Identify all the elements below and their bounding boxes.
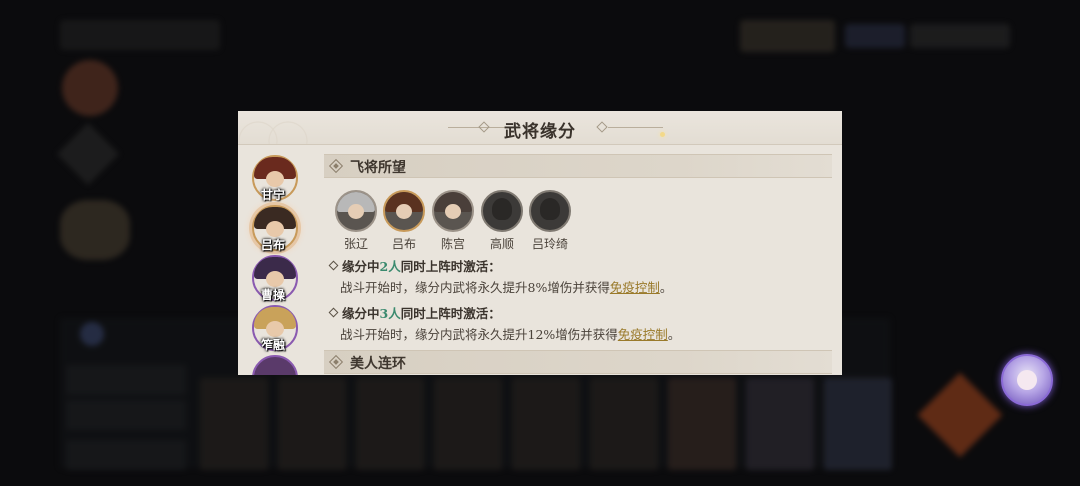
sparkle-icon: [660, 132, 665, 137]
hero-name: 曹操: [260, 288, 285, 302]
bond-description: 战斗开始时，缘分内武将永久提升8%增伤并获得免疫控制。: [340, 277, 672, 296]
bond-desc-text: 战斗开始时，缘分内武将永久提升8%增伤并获得: [340, 280, 610, 295]
bond-desc-end: 。: [659, 280, 673, 295]
bg-card: [590, 378, 658, 470]
silhouette-icon: [492, 198, 512, 220]
member-name: 张辽: [343, 237, 368, 251]
bond-count: 3人: [379, 306, 401, 321]
bond-member[interactable]: 张辽: [334, 190, 378, 252]
title-deco-line: [608, 127, 663, 128]
silhouette-icon: [540, 198, 560, 220]
bond-suffix: 同时上阵时激活：: [400, 259, 501, 274]
bg-card: [746, 378, 814, 470]
bond-section-header[interactable]: 美人连环: [324, 350, 832, 374]
bg-orange-diamond: [917, 372, 1003, 458]
section-title: 飞将所望: [350, 160, 406, 176]
bg-row: [66, 400, 186, 430]
member-avatar: [432, 190, 474, 232]
keyword-link[interactable]: 免疫控制: [618, 327, 668, 342]
bg-tag: [845, 24, 905, 48]
bond-member[interactable]: 陈宫: [431, 190, 475, 252]
member-name: 吕玲绮: [531, 237, 568, 251]
assistant-face-icon: [1017, 370, 1037, 390]
section-title: 美人连环: [350, 356, 406, 372]
bg-card: [668, 378, 736, 470]
member-avatar-locked: [529, 190, 571, 232]
bond-dialog: 武将缘分 甘宁 吕布 曹操 笮融 飞将所望 张辽 吕布 陈宫 高顺 吕玲绮 缘分…: [238, 111, 842, 375]
member-face: [396, 204, 412, 219]
bg-circle: [80, 322, 104, 346]
bg-card: [200, 378, 268, 470]
dialog-title: 武将缘分: [504, 122, 576, 142]
member-avatar: [383, 190, 425, 232]
bg-chibi: [60, 200, 130, 260]
hero-face: [266, 271, 284, 287]
bond-member[interactable]: 吕玲绮: [528, 190, 572, 252]
bond-suffix: 同时上阵时激活：: [400, 306, 501, 321]
bond-condition: 缘分中3人同时上阵时激活：: [328, 303, 501, 322]
hero-face: [266, 221, 284, 237]
bullet-diamond-icon: [328, 307, 339, 318]
bond-condition: 缘分中2人同时上阵时激活：: [328, 256, 501, 275]
bg-card: [278, 378, 346, 470]
bg-card: [824, 378, 892, 470]
assistant-avatar-button[interactable]: [1001, 354, 1053, 406]
bg-card: [434, 378, 502, 470]
bond-count: 2人: [379, 259, 401, 274]
section-diamond-icon: [328, 354, 344, 370]
keyword-link[interactable]: 免疫控制: [610, 280, 660, 295]
bond-prefix: 缘分中: [342, 306, 380, 321]
bond-desc-text: 战斗开始时，缘分内武将永久提升12%增伤并获得: [340, 327, 618, 342]
bg-row: [66, 365, 186, 395]
hero-name: 甘宁: [260, 188, 285, 202]
section-diamond-icon: [328, 158, 344, 174]
bg-avatar: [62, 60, 118, 116]
bond-section-header[interactable]: 飞将所望: [324, 154, 832, 178]
bond-member[interactable]: 吕布: [382, 190, 426, 252]
member-avatar-locked: [481, 190, 523, 232]
bond-member[interactable]: 高顺: [480, 190, 524, 252]
hero-list: 甘宁 吕布 曹操 笮融: [238, 144, 316, 375]
member-name: 陈宫: [440, 237, 465, 251]
bond-desc-end: 。: [667, 327, 681, 342]
bond-prefix: 缘分中: [342, 259, 380, 274]
bond-description: 战斗开始时，缘分内武将永久提升12%增伤并获得免疫控制。: [340, 324, 680, 343]
member-name: 高顺: [489, 237, 514, 251]
hero-face: [266, 321, 284, 337]
member-name: 吕布: [391, 237, 416, 251]
bullet-diamond-icon: [328, 260, 339, 271]
bg-top-bar: [60, 20, 220, 50]
bg-diamond: [56, 122, 120, 186]
member-avatar: [335, 190, 377, 232]
bg-tag: [910, 24, 1010, 48]
bg-card: [512, 378, 580, 470]
bg-card: [356, 378, 424, 470]
bg-top-button: [740, 20, 835, 52]
member-face: [445, 204, 461, 219]
hero-name: 吕布: [260, 238, 285, 252]
member-face: [348, 204, 364, 219]
dialog-header: 武将缘分: [238, 111, 842, 145]
hero-name: 笮融: [260, 338, 285, 352]
hero-face: [266, 171, 284, 187]
bg-row: [66, 440, 186, 470]
hero-avatar-partial[interactable]: [252, 355, 298, 375]
